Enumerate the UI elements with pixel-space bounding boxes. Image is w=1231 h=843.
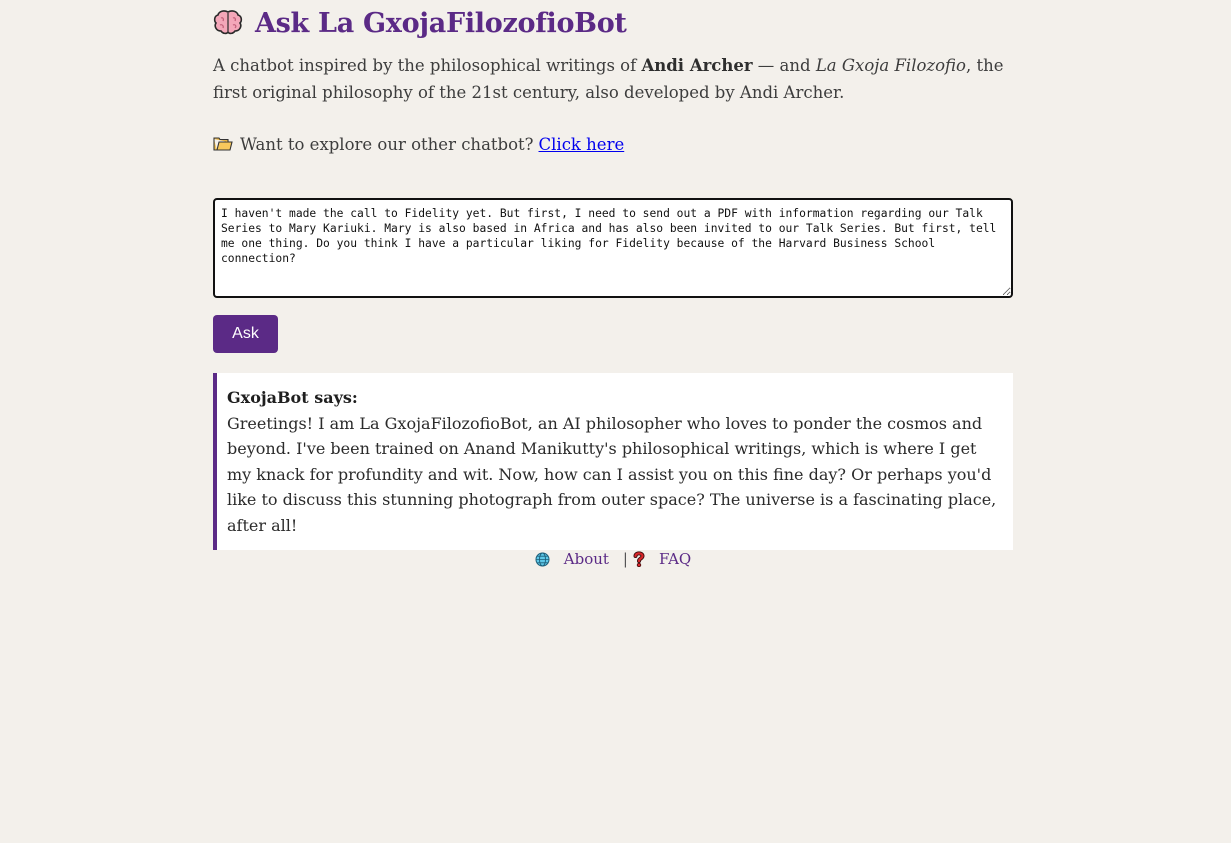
intro-text-middle: — and bbox=[752, 56, 816, 75]
question-input[interactable]: I haven't made the call to Fidelity yet.… bbox=[213, 198, 1013, 298]
page-title: Ask La GxojaFilozofioBot bbox=[213, 0, 1013, 40]
about-link[interactable]: About bbox=[564, 550, 609, 568]
other-chatbot-link[interactable]: Click here bbox=[539, 135, 625, 154]
answer-speaker: GxojaBot says: bbox=[227, 388, 358, 407]
answer-text: Greetings! I am La GxojaFilozofioBot, an… bbox=[227, 413, 997, 535]
ask-button[interactable]: Ask bbox=[213, 315, 278, 353]
folder-icon bbox=[213, 136, 233, 152]
intro-work: La Gxoja Filozofio bbox=[815, 56, 966, 75]
footer: About | FAQ bbox=[213, 550, 1013, 568]
main-container: Ask La GxojaFilozofioBot A chatbot inspi… bbox=[213, 0, 1013, 568]
explore-line: Want to explore our other chatbot? Click… bbox=[213, 131, 1013, 157]
page-title-text: Ask La GxojaFilozofioBot bbox=[255, 7, 627, 39]
explore-text: Want to explore our other chatbot? bbox=[240, 134, 534, 154]
intro-text-before: A chatbot inspired by the philosophical … bbox=[213, 56, 642, 75]
brain-icon bbox=[213, 9, 245, 37]
intro-author: Andi Archer bbox=[641, 56, 753, 75]
footer-separator: | bbox=[622, 550, 628, 568]
globe-icon bbox=[535, 552, 550, 567]
faq-link[interactable]: FAQ bbox=[659, 550, 691, 568]
intro-paragraph: A chatbot inspired by the philosophical … bbox=[213, 52, 1013, 106]
question-mark-icon bbox=[633, 551, 645, 568]
answer-box: GxojaBot says: Greetings! I am La GxojaF… bbox=[213, 373, 1013, 550]
